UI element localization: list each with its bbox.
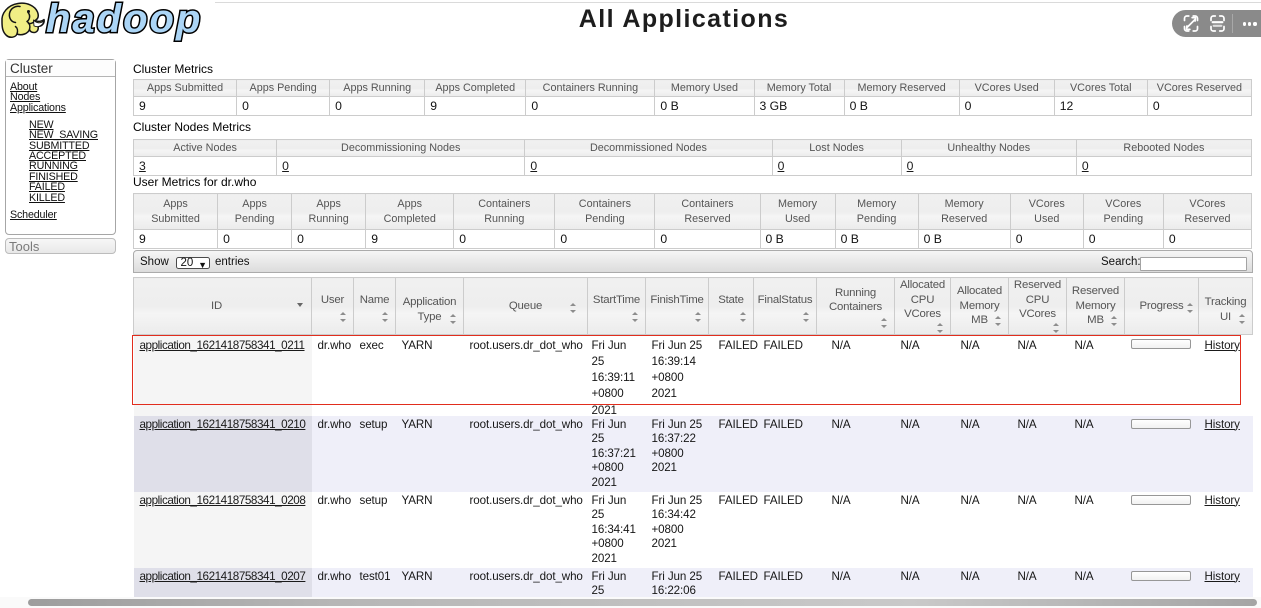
svg-text:hadoop: hadoop xyxy=(46,0,202,41)
